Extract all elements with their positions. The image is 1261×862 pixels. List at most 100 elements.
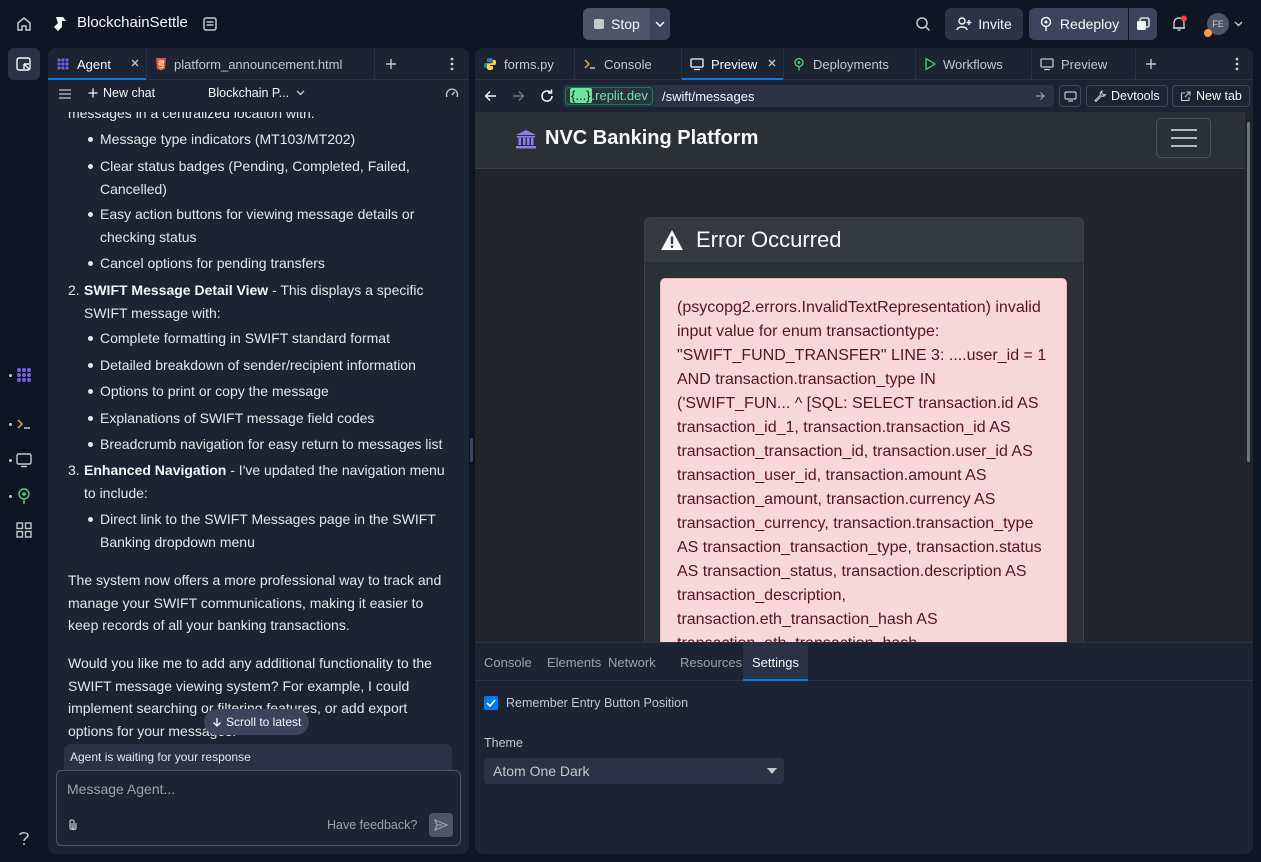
home-button[interactable] <box>8 8 40 40</box>
message-input[interactable]: Message Agent... <box>67 781 175 797</box>
rail-preview-button[interactable] <box>8 444 40 476</box>
devtools-button[interactable]: Devtools <box>1086 85 1168 107</box>
search-button[interactable] <box>907 8 939 40</box>
tab-forms-py[interactable]: forms.py <box>475 48 575 80</box>
monitor-icon <box>1040 58 1054 71</box>
redeploy-options-button[interactable] <box>1129 8 1157 40</box>
monitor-icon <box>16 453 32 468</box>
devtools-tab-settings[interactable]: Settings <box>743 643 808 681</box>
message-composer[interactable]: Message Agent... Have feedback? <box>56 770 461 846</box>
stop-square-icon <box>594 19 604 29</box>
more-vertical-icon[interactable] <box>450 57 454 71</box>
agent-status: Agent is waiting for your response <box>64 744 452 770</box>
notifications-button[interactable] <box>1163 8 1195 40</box>
send-button[interactable] <box>429 813 453 837</box>
tab-deployments[interactable]: Deployments <box>784 48 916 80</box>
list-item: Cancel options for pending transfers <box>88 252 460 275</box>
terminal-icon <box>584 59 595 69</box>
tab-platform-announcement[interactable]: platform_announcement.html <box>147 48 375 80</box>
new-tab-button[interactable]: New tab <box>1172 85 1250 107</box>
list-item: Complete formatting in SWIFT standard fo… <box>88 327 460 350</box>
chat-text: messages in a centralized location with: <box>68 112 315 121</box>
rail-console-button[interactable] <box>8 408 40 440</box>
layout-button[interactable] <box>194 8 226 40</box>
go-arrow-icon[interactable] <box>1035 91 1046 101</box>
close-icon[interactable] <box>767 58 777 68</box>
close-icon[interactable] <box>130 58 140 68</box>
scrollbar-thumb[interactable] <box>1247 122 1250 462</box>
remember-position-checkbox[interactable] <box>484 696 498 710</box>
bell-icon <box>1173 15 1187 31</box>
remember-position-label[interactable]: Remember Entry Button Position <box>506 696 688 710</box>
url-domain[interactable]: {...}.replit.dev <box>565 87 653 105</box>
agent-tabbar: Agent platform_announcement.html <box>48 48 469 80</box>
app-name[interactable]: BlockchainSettle <box>77 14 188 31</box>
devtools-tabs: Console Elements Network Resources Setti… <box>475 643 1253 681</box>
tab-agent[interactable]: Agent <box>48 48 147 80</box>
new-chat-label: New chat <box>103 86 156 100</box>
invite-button[interactable]: Invite <box>945 8 1023 40</box>
navbar-toggler[interactable] <box>1156 118 1211 158</box>
url-bar[interactable]: {...}.replit.dev /swift/messages <box>563 85 1054 107</box>
devtools-tab-network[interactable]: Network <box>599 643 665 681</box>
stop-label: Stop <box>611 16 640 32</box>
agent-toolbar: New chat Blockchain P... <box>48 80 469 108</box>
rail-agent-button[interactable] <box>8 359 40 391</box>
add-user-icon <box>956 17 972 31</box>
rail-all-tools-button[interactable] <box>8 514 40 546</box>
new-chat-button[interactable]: New chat <box>88 86 155 100</box>
numbered-item: 3. Enhanced Navigation - I've updated the… <box>68 459 454 504</box>
scroll-to-latest-button[interactable]: Scroll to latest <box>204 709 310 735</box>
list-item: Breadcrumb navigation for easy return to… <box>88 433 460 456</box>
help-button[interactable] <box>8 822 40 854</box>
stop-dropdown-button[interactable] <box>650 8 670 40</box>
chat-transcript[interactable]: messages in a centralized location with:… <box>48 112 468 788</box>
feedback-link[interactable]: Have feedback? <box>327 818 417 832</box>
chat-paragraph: The system now offers a more professiona… <box>68 572 442 633</box>
rail-deployments-button[interactable] <box>8 480 40 512</box>
history-list-icon[interactable] <box>59 89 71 99</box>
html5-icon <box>156 58 166 71</box>
reload-icon[interactable] <box>539 88 555 104</box>
plus-icon[interactable] <box>385 58 397 70</box>
forward-arrow-icon[interactable] <box>512 90 525 102</box>
tab-preview[interactable]: Preview <box>682 48 784 80</box>
url-path[interactable]: /swift/messages <box>662 89 754 104</box>
warning-icon <box>661 229 683 250</box>
repl-language-icon <box>54 17 66 31</box>
gauge-icon[interactable] <box>445 87 459 101</box>
plus-icon[interactable] <box>1145 58 1157 70</box>
site-brand[interactable]: NVC Banking Platform <box>515 127 758 150</box>
tab-console[interactable]: Console <box>575 48 682 80</box>
stop-button[interactable]: Stop <box>583 8 650 40</box>
theme-label: Theme <box>484 736 523 750</box>
devtools-tab-resources[interactable]: Resources <box>671 643 751 681</box>
chevron-down-icon <box>296 90 305 96</box>
theme-select[interactable]: Atom One Dark <box>484 758 784 784</box>
panel-resize-handle[interactable] <box>470 438 473 462</box>
arrow-down-icon <box>213 718 221 727</box>
files-icon <box>16 57 31 71</box>
agent-panel: Agent platform_announcement.html New cha… <box>48 48 469 854</box>
webview-scrollbar[interactable] <box>1245 112 1253 642</box>
tab-preview-2[interactable]: Preview <box>1032 48 1136 80</box>
file-tree-toggle[interactable] <box>8 48 40 80</box>
tab-workflows[interactable]: Workflows <box>916 48 1032 80</box>
back-arrow-icon[interactable] <box>484 90 497 102</box>
devtools-tab-console[interactable]: Console <box>475 643 541 681</box>
chat-selector[interactable]: Blockchain P... <box>208 86 305 100</box>
preview-webview[interactable]: NVC Banking Platform Error Occurred (psy… <box>475 112 1253 642</box>
bank-icon <box>516 129 536 148</box>
more-vertical-icon[interactable] <box>1235 57 1239 71</box>
list-item: Message type indicators (MT103/MT202) <box>88 128 460 151</box>
monitor-icon <box>690 58 704 71</box>
plus-icon <box>88 88 98 98</box>
devtools-label: Devtools <box>1111 89 1160 103</box>
attach-icon[interactable] <box>67 818 79 832</box>
tab-label: forms.py <box>504 56 554 72</box>
redeploy-button[interactable]: Redeploy <box>1029 8 1128 40</box>
tab-label: Console <box>604 56 652 72</box>
chevron-down-icon[interactable] <box>1234 21 1243 27</box>
layout-icon <box>203 17 217 31</box>
device-toggle-button[interactable] <box>1059 85 1081 107</box>
